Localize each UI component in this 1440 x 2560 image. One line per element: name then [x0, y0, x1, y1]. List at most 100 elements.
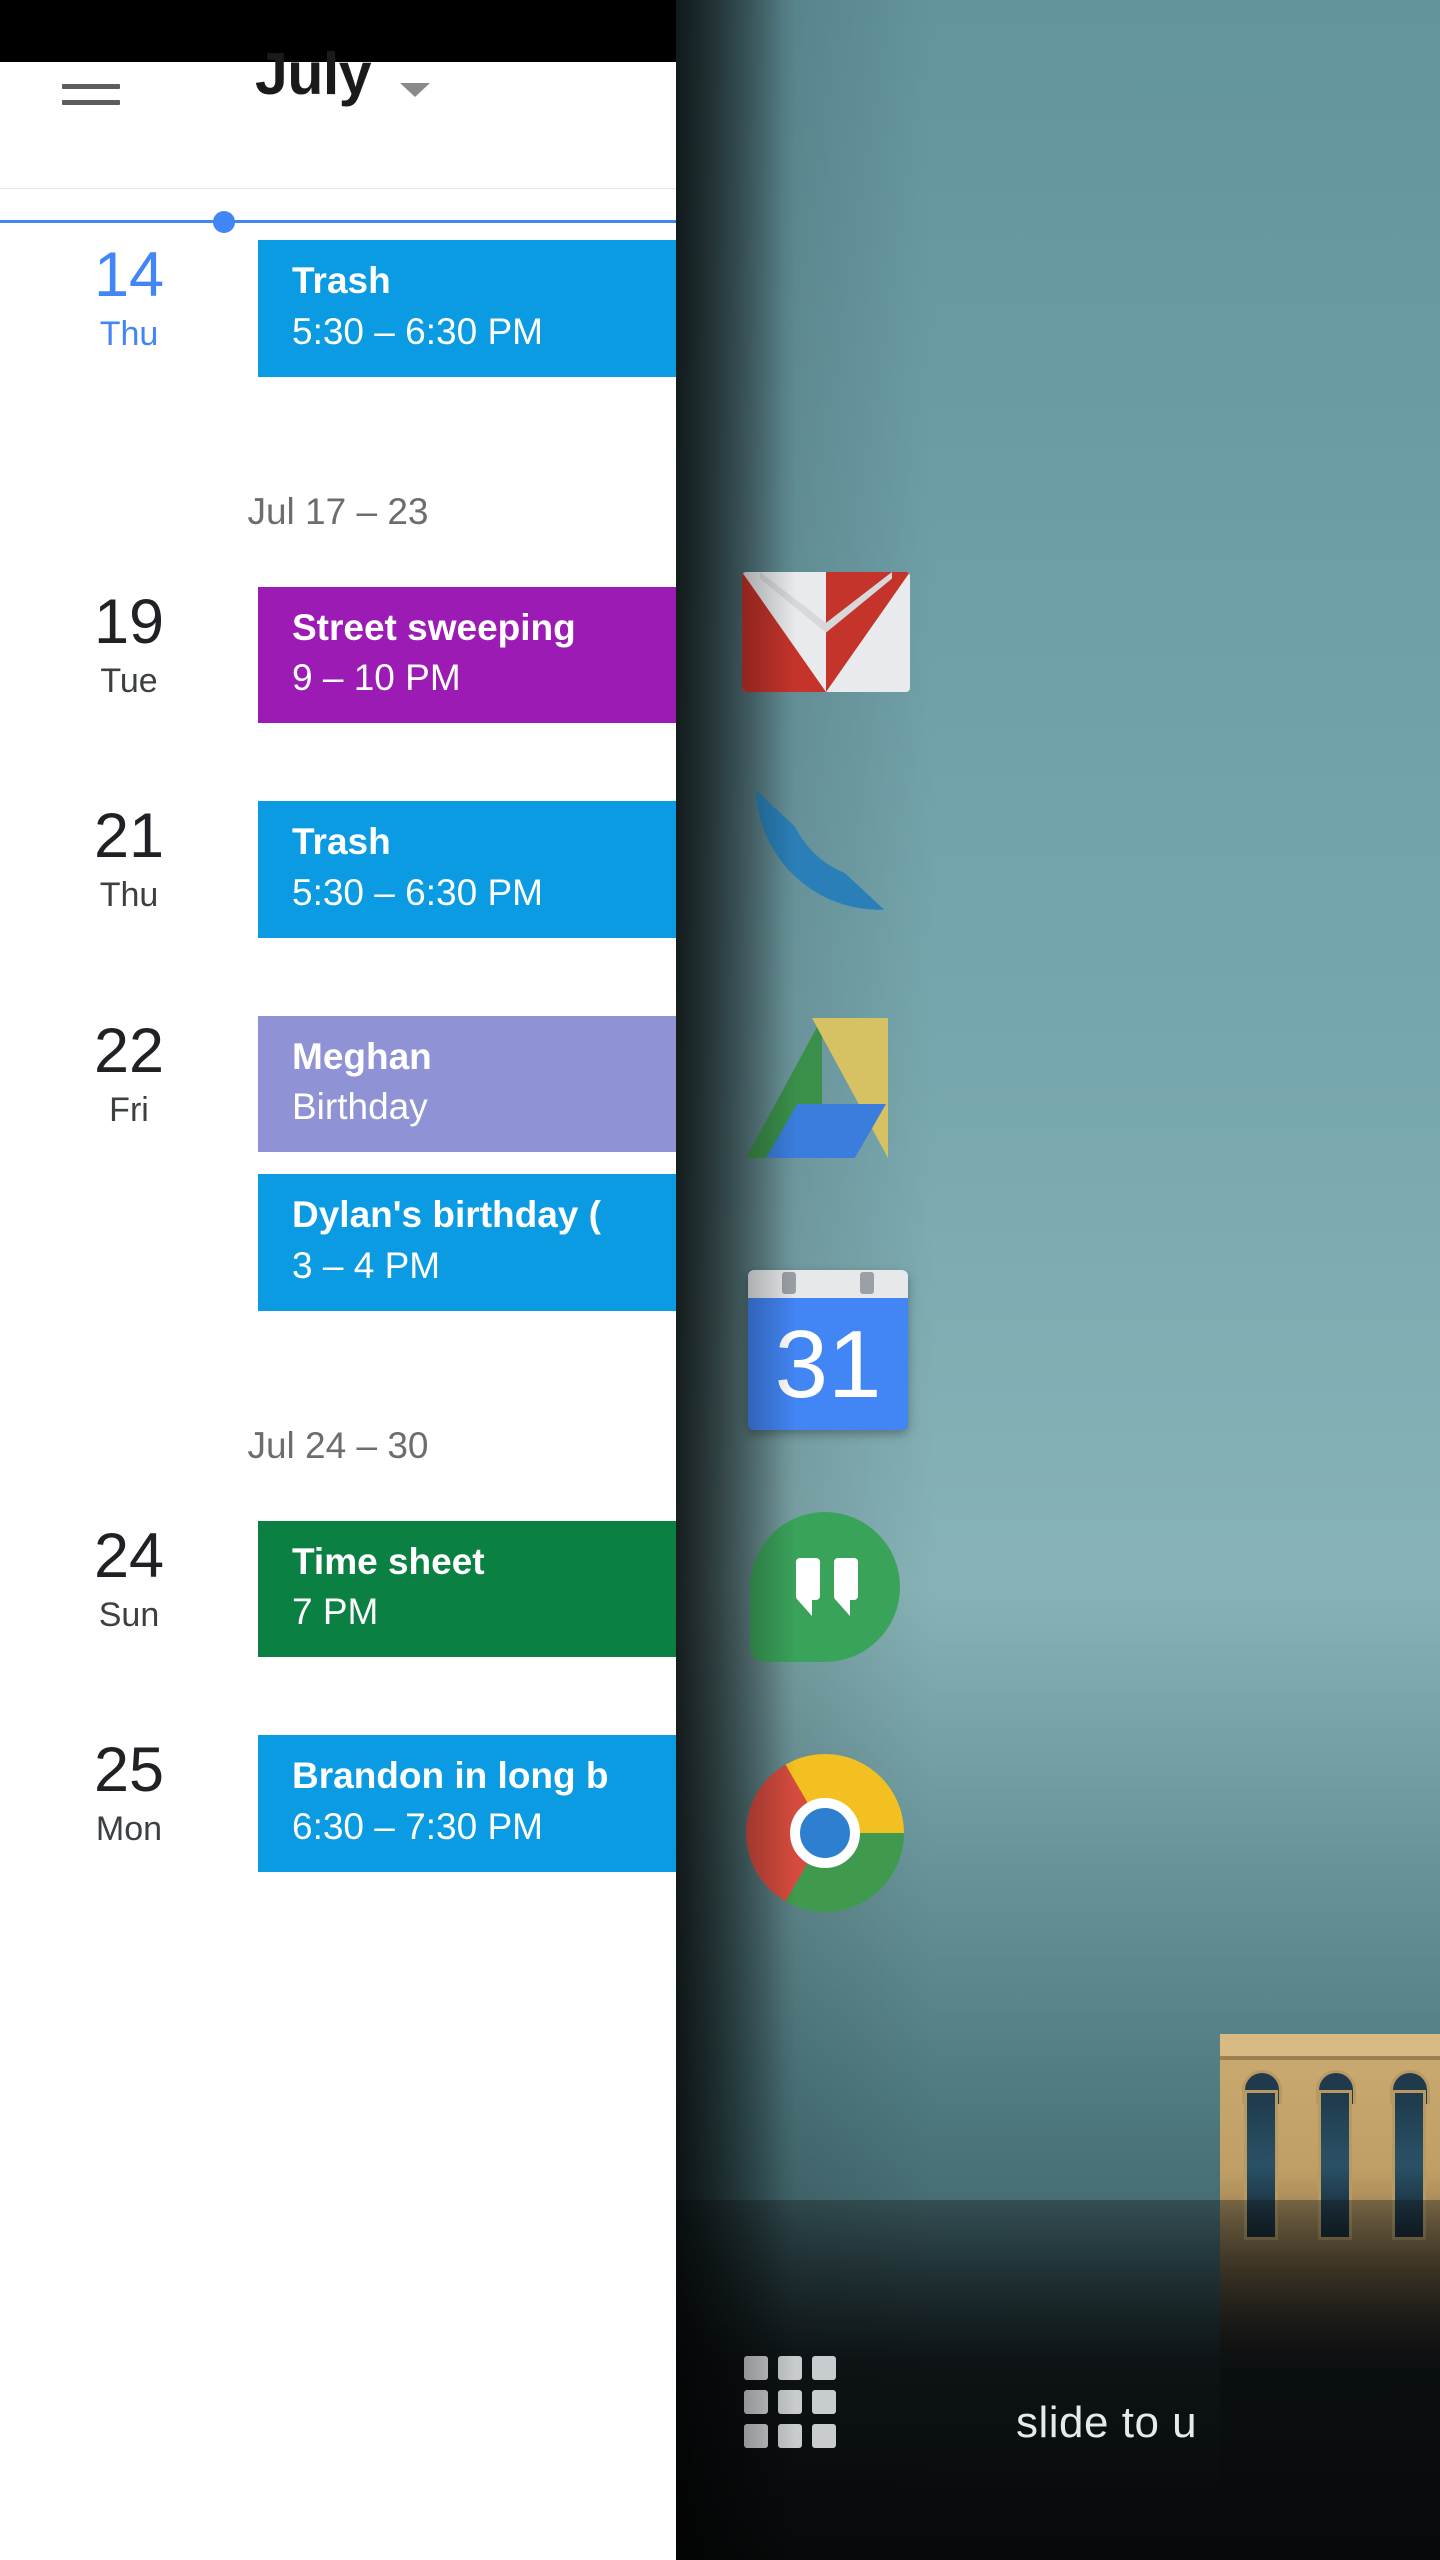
day-events: Brandon in long b 6:30 – 7:30 PM [258, 1725, 676, 1894]
day-weekday: Thu [99, 315, 159, 353]
phone-handset [755, 785, 885, 915]
agenda-day-row: 22 Fri Meghan Birthday Dylan's birthday (3 –… [0, 1006, 676, 1333]
apps-grid-dot [744, 2390, 768, 2414]
day-number: 14 [93, 240, 165, 310]
event-title: Brandon in long b [292, 1755, 609, 1797]
day-events: Street sweeping 9 – 10 PM [258, 577, 676, 746]
hangouts-icon [750, 1512, 900, 1662]
app-icon-gmail[interactable] [742, 548, 910, 716]
calendar-event[interactable]: Time sheet 7 PM [258, 1520, 676, 1658]
day-events: Meghan Birthday Dylan's birthday (3 – 4 PM [258, 1006, 676, 1333]
apps-grid-dot [812, 2356, 836, 2380]
event-title: Time sheet [292, 1540, 485, 1582]
day-date-column: 22 Fri [0, 1006, 258, 1130]
day-date-column: 24 Sun [0, 1511, 258, 1635]
day-weekday: Sun [98, 1595, 160, 1634]
calendar-event[interactable]: Trash 5:30 – 6:30 PM [258, 801, 676, 938]
day-events: Trash 5:30 – 6:30 PM [258, 791, 676, 960]
apps-grid-dot [778, 2356, 802, 2380]
row-spacer [0, 960, 676, 1006]
apps-grid-dot [812, 2390, 836, 2414]
calendar-ring [860, 1272, 874, 1294]
calendar-date-number: 31 [774, 1311, 882, 1418]
calendar-event[interactable]: Meghan Birthday [258, 1015, 676, 1153]
day-date-column: 19 Tue [0, 577, 258, 701]
agenda-day-row: 25 Mon Brandon in long b 6:30 – 7:30 PM [0, 1725, 676, 1894]
app-icon-chrome[interactable] [746, 1748, 914, 1916]
day-number: 19 [93, 586, 165, 657]
drive-icon [742, 1012, 910, 1162]
app-icon-phone[interactable] [742, 770, 910, 938]
calendar-event[interactable]: Dylan's birthday (3 – 4 PM [258, 1174, 676, 1311]
day-weekday: Thu [99, 876, 159, 915]
calendar-event[interactable]: Street sweeping 9 – 10 PM [258, 586, 676, 724]
event-time: 5:30 – 6:30 PM [292, 871, 543, 913]
day-weekday: Fri [109, 1090, 149, 1129]
calendar-app-bar: July [0, 41, 676, 189]
day-weekday: Mon [95, 1810, 163, 1849]
gmail-flap-left [742, 572, 826, 692]
agenda-day-row: 14 Thu Trash 5:30 – 6:30 PM [0, 230, 676, 399]
home-screen[interactable]: 31 slide to u [676, 0, 1440, 2560]
apps-grid-dot [744, 2424, 768, 2448]
week-range-label: Jul 17 – 23 [247, 490, 429, 532]
slide-hint-text: slide to u [1016, 2398, 1198, 2447]
row-spacer [0, 399, 676, 445]
apps-grid-dot [778, 2390, 802, 2414]
calendar-event[interactable]: Trash 5:30 – 6:30 PM [258, 240, 676, 377]
day-events: Trash 5:30 – 6:30 PM [258, 230, 676, 399]
day-number: 21 [93, 801, 165, 872]
app-icon-drive[interactable] [742, 1000, 910, 1168]
event-time: 6:30 – 7:30 PM [292, 1805, 543, 1847]
day-number: 22 [93, 1015, 165, 1086]
event-title: Meghan [292, 1035, 432, 1077]
event-time: 7 PM [292, 1591, 379, 1633]
day-events: Time sheet 7 PM [258, 1511, 676, 1680]
page-title[interactable]: July [255, 40, 372, 108]
app-icon-hangouts[interactable] [750, 1502, 918, 1670]
day-number: 25 [93, 1735, 165, 1806]
agenda-day-row: 24 Sun Time sheet 7 PM [0, 1511, 676, 1680]
row-spacer [0, 1894, 676, 1940]
scroll-indicator-line [0, 220, 676, 223]
apps-grid-dot [812, 2424, 836, 2448]
row-spacer [0, 745, 676, 791]
gmail-icon [742, 572, 910, 692]
app-drawer-button[interactable] [744, 2356, 836, 2448]
event-time: Birthday [292, 1086, 428, 1128]
chrome-center [790, 1798, 860, 1868]
day-number: 24 [93, 1520, 165, 1591]
gmail-flap-right [826, 572, 910, 692]
chrome-icon [746, 1754, 904, 1912]
hamburger-line [62, 100, 120, 105]
day-date-column: 21 Thu [0, 791, 258, 915]
row-spacer [0, 1679, 676, 1725]
apps-grid-dot [744, 2356, 768, 2380]
calendar-ring [782, 1272, 796, 1294]
day-weekday: Tue [100, 661, 158, 700]
row-spacer [0, 1333, 676, 1379]
event-time: 9 – 10 PM [292, 657, 461, 699]
chevron-down-icon[interactable] [400, 83, 430, 97]
hangouts-quote-left [796, 1558, 820, 1616]
apps-grid-dot [778, 2424, 802, 2448]
calendar-event[interactable]: Brandon in long b 6:30 – 7:30 PM [258, 1735, 676, 1872]
hamburger-menu-icon[interactable] [62, 84, 120, 126]
day-date-column: 14 Thu [0, 230, 258, 354]
agenda-day-row: 21 Thu Trash 5:30 – 6:30 PM [0, 791, 676, 960]
agenda-day-row: 19 Tue Street sweeping 9 – 10 PM [0, 577, 676, 746]
home-icon-column: 31 [676, 0, 1440, 2560]
event-title: Street sweeping [292, 606, 576, 648]
calendar-header-strip [748, 1270, 908, 1298]
hamburger-line [62, 84, 120, 89]
calendar-icon: 31 [748, 1270, 908, 1430]
event-title: Trash [292, 260, 391, 301]
week-range-label: Jul 24 – 30 [247, 1424, 429, 1466]
phone-screen: 31 slide to u July 14 Thu Trash 5:30 – 6… [0, 0, 1440, 2560]
event-title: Dylan's birthday ( [292, 1194, 601, 1236]
calendar-app[interactable]: July 14 Thu Trash 5:30 – 6:30 PM Jul 17 – 23… [0, 0, 676, 2560]
day-date-column: 25 Mon [0, 1725, 258, 1849]
agenda-list[interactable]: 14 Thu Trash 5:30 – 6:30 PM Jul 17 – 23 19 Tue… [0, 230, 676, 2560]
app-icon-calendar[interactable]: 31 [748, 1262, 916, 1430]
hangouts-quote-right [834, 1558, 858, 1616]
